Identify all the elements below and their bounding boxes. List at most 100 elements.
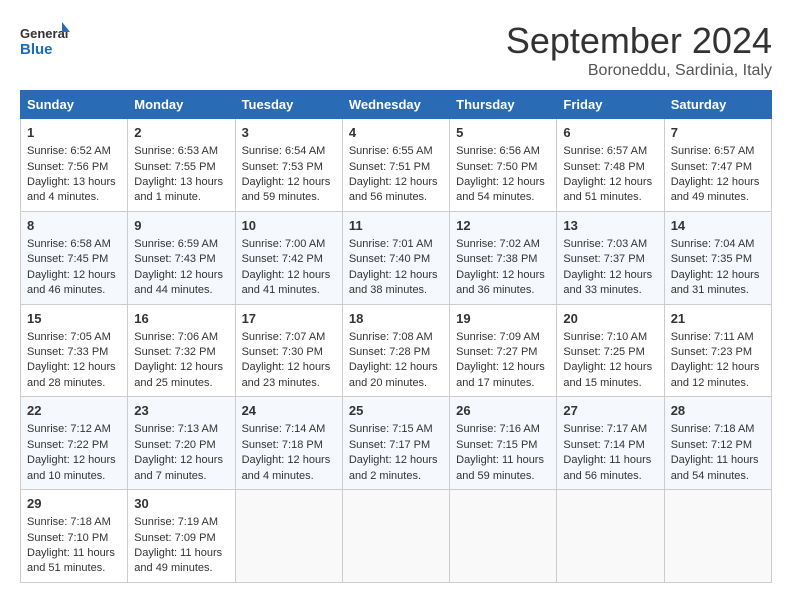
calendar-day-cell: 18Sunrise: 7:08 AMSunset: 7:28 PMDayligh… (342, 304, 449, 397)
day-info: and 59 minutes. (242, 190, 336, 205)
day-number: 28 (671, 402, 765, 420)
day-info: Sunset: 7:10 PM (27, 531, 121, 546)
day-info: Daylight: 12 hours (242, 175, 336, 190)
day-info: and 20 minutes. (349, 376, 443, 391)
calendar-day-cell: 30Sunrise: 7:19 AMSunset: 7:09 PMDayligh… (128, 490, 235, 583)
day-info: Sunrise: 7:18 AM (671, 422, 765, 437)
calendar-table: SundayMondayTuesdayWednesdayThursdayFrid… (20, 90, 772, 583)
day-info: and 28 minutes. (27, 376, 121, 391)
day-number: 8 (27, 217, 121, 235)
day-number: 5 (456, 124, 550, 142)
day-info: and 54 minutes. (671, 469, 765, 484)
header-sunday: Sunday (21, 91, 128, 119)
calendar-day-cell: 17Sunrise: 7:07 AMSunset: 7:30 PMDayligh… (235, 304, 342, 397)
day-info: Sunset: 7:51 PM (349, 160, 443, 175)
day-number: 4 (349, 124, 443, 142)
day-info: Sunset: 7:38 PM (456, 252, 550, 267)
day-info: and 49 minutes. (134, 561, 228, 576)
day-info: Sunrise: 6:59 AM (134, 237, 228, 252)
day-info: Sunset: 7:09 PM (134, 531, 228, 546)
day-info: Daylight: 12 hours (134, 360, 228, 375)
day-number: 10 (242, 217, 336, 235)
calendar-day-cell (450, 490, 557, 583)
day-number: 30 (134, 495, 228, 513)
day-info: Daylight: 12 hours (671, 360, 765, 375)
day-info: Sunrise: 7:15 AM (349, 422, 443, 437)
calendar-week-row: 22Sunrise: 7:12 AMSunset: 7:22 PMDayligh… (21, 397, 772, 490)
calendar-week-row: 29Sunrise: 7:18 AMSunset: 7:10 PMDayligh… (21, 490, 772, 583)
day-info: Sunrise: 7:04 AM (671, 237, 765, 252)
day-info: Daylight: 12 hours (456, 268, 550, 283)
day-info: Daylight: 12 hours (563, 175, 657, 190)
day-info: Sunset: 7:15 PM (456, 438, 550, 453)
calendar-day-cell: 29Sunrise: 7:18 AMSunset: 7:10 PMDayligh… (21, 490, 128, 583)
day-number: 18 (349, 310, 443, 328)
day-info: Daylight: 13 hours (134, 175, 228, 190)
day-number: 23 (134, 402, 228, 420)
day-number: 11 (349, 217, 443, 235)
calendar-day-cell: 6Sunrise: 6:57 AMSunset: 7:48 PMDaylight… (557, 119, 664, 212)
day-info: Daylight: 12 hours (242, 453, 336, 468)
day-info: and 31 minutes. (671, 283, 765, 298)
day-info: Sunset: 7:17 PM (349, 438, 443, 453)
day-info: Sunset: 7:47 PM (671, 160, 765, 175)
calendar-day-cell: 26Sunrise: 7:16 AMSunset: 7:15 PMDayligh… (450, 397, 557, 490)
day-number: 29 (27, 495, 121, 513)
day-info: Daylight: 12 hours (349, 453, 443, 468)
day-info: Sunrise: 7:16 AM (456, 422, 550, 437)
day-info: Sunset: 7:55 PM (134, 160, 228, 175)
day-info: and 12 minutes. (671, 376, 765, 391)
day-info: and 56 minutes. (563, 469, 657, 484)
day-info: Sunset: 7:14 PM (563, 438, 657, 453)
day-info: Sunset: 7:12 PM (671, 438, 765, 453)
day-info: and 51 minutes. (27, 561, 121, 576)
day-info: Daylight: 11 hours (456, 453, 550, 468)
day-info: Daylight: 12 hours (671, 175, 765, 190)
day-number: 21 (671, 310, 765, 328)
calendar-day-cell: 12Sunrise: 7:02 AMSunset: 7:38 PMDayligh… (450, 211, 557, 304)
calendar-body: 1Sunrise: 6:52 AMSunset: 7:56 PMDaylight… (21, 119, 772, 583)
day-info: Sunset: 7:37 PM (563, 252, 657, 267)
calendar-day-cell: 11Sunrise: 7:01 AMSunset: 7:40 PMDayligh… (342, 211, 449, 304)
day-number: 17 (242, 310, 336, 328)
day-info: and 38 minutes. (349, 283, 443, 298)
calendar-day-cell: 14Sunrise: 7:04 AMSunset: 7:35 PMDayligh… (664, 211, 771, 304)
day-number: 12 (456, 217, 550, 235)
day-info: Sunrise: 7:13 AM (134, 422, 228, 437)
month-title: September 2024 (506, 20, 772, 62)
day-info: and 25 minutes. (134, 376, 228, 391)
day-info: Sunrise: 6:54 AM (242, 144, 336, 159)
day-info: Daylight: 11 hours (563, 453, 657, 468)
day-info: Daylight: 11 hours (671, 453, 765, 468)
day-info: Daylight: 12 hours (27, 360, 121, 375)
day-info: Sunset: 7:43 PM (134, 252, 228, 267)
day-info: Sunrise: 7:08 AM (349, 330, 443, 345)
day-info: Daylight: 12 hours (671, 268, 765, 283)
day-info: and 49 minutes. (671, 190, 765, 205)
title-block: September 2024 Boroneddu, Sardinia, Ital… (506, 20, 772, 80)
day-info: Daylight: 11 hours (27, 546, 121, 561)
day-info: Sunrise: 6:53 AM (134, 144, 228, 159)
day-number: 9 (134, 217, 228, 235)
calendar-day-cell (557, 490, 664, 583)
day-info: Sunset: 7:45 PM (27, 252, 121, 267)
day-info: Sunrise: 6:57 AM (563, 144, 657, 159)
calendar-day-cell: 19Sunrise: 7:09 AMSunset: 7:27 PMDayligh… (450, 304, 557, 397)
calendar-day-cell: 16Sunrise: 7:06 AMSunset: 7:32 PMDayligh… (128, 304, 235, 397)
calendar-day-cell: 21Sunrise: 7:11 AMSunset: 7:23 PMDayligh… (664, 304, 771, 397)
calendar-day-cell: 28 Sunrise: 7:18 AMSunset: 7:12 PMDayligh… (664, 397, 771, 490)
calendar-week-row: 15Sunrise: 7:05 AMSunset: 7:33 PMDayligh… (21, 304, 772, 397)
page-header: General Blue September 2024 Boroneddu, S… (20, 20, 772, 80)
calendar-day-cell: 22Sunrise: 7:12 AMSunset: 7:22 PMDayligh… (21, 397, 128, 490)
calendar-day-cell: 20Sunrise: 7:10 AMSunset: 7:25 PMDayligh… (557, 304, 664, 397)
header-monday: Monday (128, 91, 235, 119)
location: Boroneddu, Sardinia, Italy (506, 62, 772, 80)
day-info: and 33 minutes. (563, 283, 657, 298)
day-info: Sunset: 7:25 PM (563, 345, 657, 360)
day-info: Daylight: 12 hours (456, 175, 550, 190)
calendar-day-cell: 13Sunrise: 7:03 AMSunset: 7:37 PMDayligh… (557, 211, 664, 304)
day-info: Sunset: 7:50 PM (456, 160, 550, 175)
day-number: 27 (563, 402, 657, 420)
logo-svg: General Blue (20, 20, 70, 65)
day-info: and 7 minutes. (134, 469, 228, 484)
